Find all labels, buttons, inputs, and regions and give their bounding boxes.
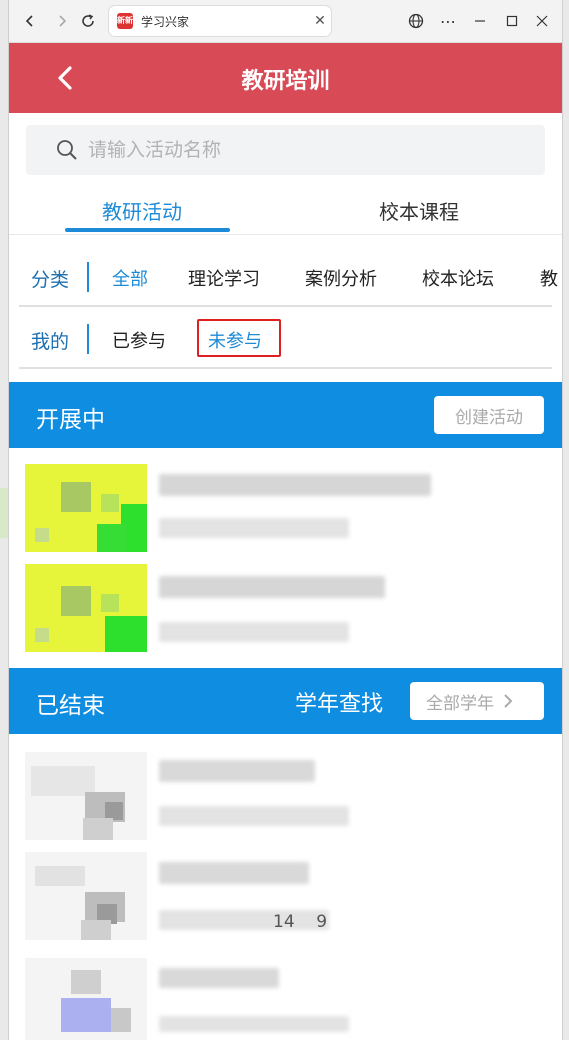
back-arrow-icon[interactable] (17, 8, 43, 34)
window-close-icon[interactable] (529, 8, 555, 34)
ongoing-title: 开展中 (36, 407, 105, 433)
activity-thumbnail (25, 852, 147, 940)
activity-title-redacted (159, 474, 431, 496)
tab-school-courses[interactable]: 校本课程 (379, 196, 459, 225)
activity-meta-redacted (159, 622, 349, 642)
app-header: 教研培训 (9, 43, 562, 113)
activity-meta-redacted (159, 1016, 349, 1032)
ended-section-header: 已结束 学年查找 全部学年 (9, 668, 562, 734)
activity-title-redacted (159, 968, 279, 988)
activity-card[interactable] (25, 464, 552, 556)
browser-toolbar: 新新 学习兴家 ✕ ⋯ (9, 0, 562, 43)
activity-meta-redacted (159, 518, 349, 538)
category-label: 分类 (31, 269, 70, 291)
filter-all[interactable]: 全部 (112, 265, 148, 291)
filter-joined[interactable]: 已参与 (112, 327, 166, 353)
filter-case-analysis[interactable]: 案例分析 (305, 265, 377, 291)
minimize-icon[interactable] (467, 8, 493, 34)
activity-title-redacted (159, 576, 385, 598)
filter-divider (19, 367, 552, 369)
filter-theory-study[interactable]: 理论学习 (188, 265, 260, 291)
search-icon (57, 140, 77, 160)
activity-meta-redacted (159, 806, 349, 826)
search-box[interactable] (26, 125, 545, 175)
browser-tab[interactable]: 新新 学习兴家 ✕ (109, 6, 331, 36)
ended-title: 已结束 (36, 693, 105, 719)
year-search-label: 学年查找 (295, 692, 384, 717)
activity-thumbnail (25, 752, 147, 840)
browser-window: 新新 学习兴家 ✕ ⋯ 教研培训 教研活动 校本课程 分类 (8, 0, 563, 1040)
refresh-icon[interactable] (75, 8, 101, 34)
highlight-box (197, 319, 281, 357)
activity-thumbnail (25, 464, 147, 552)
filter-divider (19, 305, 552, 307)
tab-divider (9, 234, 562, 235)
ended-activity-card[interactable] (25, 958, 552, 1040)
mine-filter-row: 我的 已参与 未参与 (19, 308, 562, 368)
background-window-fragment (0, 488, 8, 538)
mine-label: 我的 (31, 331, 70, 353)
chevron-right-icon (504, 694, 513, 708)
year-select-value: 全部学年 (426, 693, 494, 714)
site-favicon: 新新 (117, 13, 133, 29)
tab-indicator (65, 228, 230, 232)
tab-title: 学习兴家 (141, 14, 190, 29)
search-input[interactable] (86, 138, 490, 162)
year-select[interactable]: 全部学年 (410, 682, 544, 720)
forward-arrow-icon[interactable] (49, 8, 75, 34)
activity-title-redacted (159, 862, 309, 884)
mine-separator (87, 324, 89, 354)
activity-partial-text: 14 9 (273, 912, 328, 932)
maximize-icon[interactable] (499, 8, 525, 34)
ongoing-section-header: 开展中 创建活动 (9, 382, 562, 448)
category-separator (87, 262, 89, 292)
ended-activity-card[interactable]: 14 9 (25, 852, 552, 944)
close-icon[interactable]: ✕ (309, 13, 331, 29)
filter-school-forum[interactable]: 校本论坛 (422, 265, 494, 291)
globe-icon[interactable] (403, 8, 429, 34)
activity-thumbnail (25, 564, 147, 652)
page-title: 教研培训 (241, 69, 330, 94)
create-activity-button[interactable]: 创建活动 (434, 396, 544, 434)
activity-thumbnail (25, 958, 147, 1040)
ended-activity-card[interactable] (25, 752, 552, 844)
tab-teaching-activities[interactable]: 教研活动 (102, 196, 182, 225)
filter-more-cut[interactable]: 教 (540, 265, 558, 291)
activity-title-redacted (159, 760, 315, 782)
more-icon[interactable]: ⋯ (435, 8, 461, 34)
activity-card[interactable] (25, 564, 552, 656)
category-filter-row: 分类 全部 理论学习 案例分析 校本论坛 教 (19, 246, 562, 306)
